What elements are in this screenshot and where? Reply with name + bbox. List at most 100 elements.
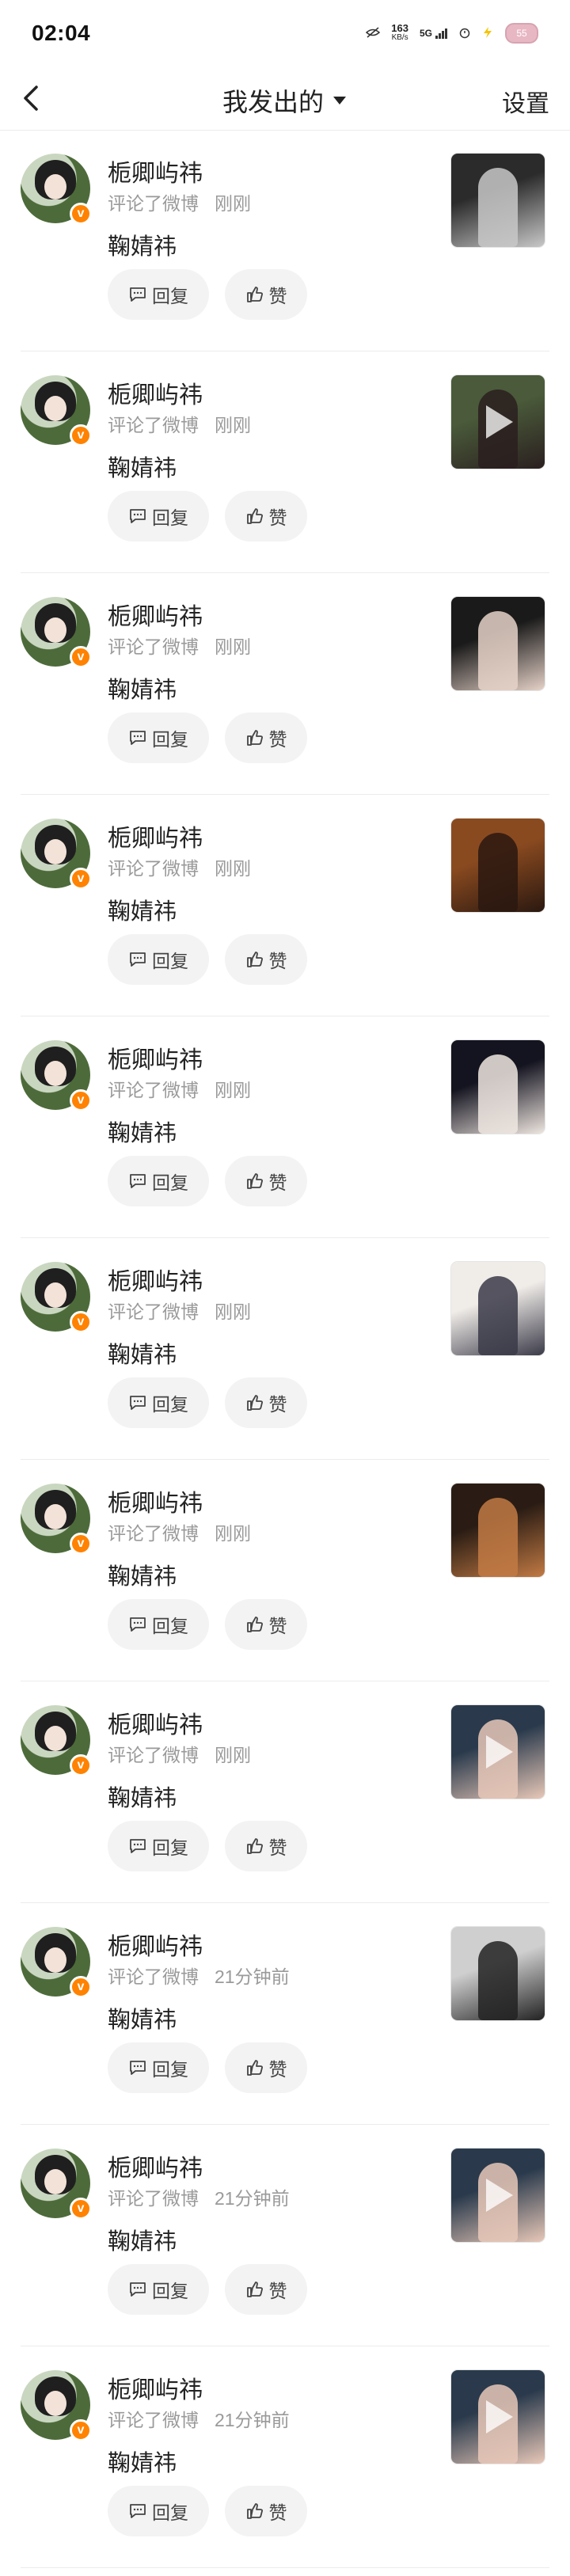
thumbnail-figure (478, 1054, 518, 1134)
comment-meta: 评论了微博 刚刚 (108, 1297, 251, 1324)
reply-button[interactable]: 回复 (108, 491, 209, 541)
username[interactable]: 栀卿屿祎 (108, 1040, 203, 1075)
title-dropdown[interactable]: 我发出的 (0, 82, 570, 119)
username[interactable]: 栀卿屿祎 (108, 597, 203, 632)
comment-meta: 评论了微博 21分钟前 (108, 2183, 290, 2210)
like-button[interactable]: 赞 (225, 712, 307, 763)
post-thumbnail[interactable] (451, 819, 545, 912)
like-label: 赞 (268, 951, 287, 971)
thumbs-up-icon (246, 952, 263, 967)
timestamp: 21分钟前 (215, 2188, 290, 2209)
avatar-face (44, 1282, 66, 1308)
timestamp: 刚刚 (215, 858, 251, 879)
comment-text: 鞠婧祎 (108, 2229, 177, 2255)
like-button[interactable]: 赞 (225, 1821, 307, 1871)
action-text: 评论了微博 (108, 1966, 199, 1987)
feed-item[interactable]: v 栀卿屿祎 评论了微博 21分钟前 鞠婧祎 回复 赞 (0, 2346, 570, 2568)
feed-item[interactable]: v 栀卿屿祎 评论了微博 21分钟前 鞠婧祎 回复 赞 (0, 2125, 570, 2346)
feed-item[interactable]: v 栀卿屿祎 评论了微博 刚刚 鞠婧祎 回复 赞 (0, 1016, 570, 1238)
avatar[interactable]: v (21, 1262, 92, 1333)
thumbs-up-icon (246, 287, 263, 302)
avatar[interactable]: v (21, 2370, 92, 2441)
reply-button[interactable]: 回复 (108, 269, 209, 320)
reply-label: 回复 (152, 2281, 188, 2301)
username[interactable]: 栀卿屿祎 (108, 1262, 203, 1297)
like-button[interactable]: 赞 (225, 1599, 307, 1650)
avatar[interactable]: v (21, 1484, 92, 1555)
comment-bubble-icon (130, 731, 146, 745)
feed-item[interactable]: v 栀卿屿祎 评论了微博 刚刚 鞠婧祎 回复 赞 (0, 1460, 570, 1681)
like-button[interactable]: 赞 (225, 2486, 307, 2536)
avatar[interactable]: v (21, 1705, 92, 1776)
avatar-face (44, 396, 66, 421)
feed-item[interactable]: v 栀卿屿祎 评论了微博 21分钟前 鞠婧祎 回复 赞 (0, 1903, 570, 2125)
reply-button[interactable]: 回复 (108, 1821, 209, 1871)
reply-button[interactable]: 回复 (108, 712, 209, 763)
feed-item[interactable]: v 栀卿屿祎 评论了微博 刚刚 鞠婧祎 回复 赞 (0, 130, 570, 351)
post-thumbnail[interactable] (451, 1262, 545, 1355)
username[interactable]: 栀卿屿祎 (108, 154, 203, 188)
like-button[interactable]: 赞 (225, 2042, 307, 2093)
post-thumbnail[interactable] (451, 1484, 545, 1577)
thumbs-up-icon (246, 2282, 263, 2297)
like-button[interactable]: 赞 (225, 491, 307, 541)
reply-button[interactable]: 回复 (108, 1377, 209, 1428)
post-thumbnail[interactable] (451, 154, 545, 247)
verified-badge-icon: v (70, 2198, 92, 2220)
like-button[interactable]: 赞 (225, 2264, 307, 2315)
avatar-face (44, 1947, 66, 1973)
verified-badge-icon: v (70, 424, 92, 446)
reply-button[interactable]: 回复 (108, 2264, 209, 2315)
like-button[interactable]: 赞 (225, 934, 307, 985)
avatar[interactable]: v (21, 819, 92, 890)
post-thumbnail[interactable] (451, 2370, 545, 2464)
username[interactable]: 栀卿屿祎 (108, 375, 203, 410)
post-thumbnail[interactable] (451, 1927, 545, 2020)
post-thumbnail[interactable] (451, 375, 545, 469)
avatar[interactable]: v (21, 1927, 92, 1998)
post-thumbnail[interactable] (451, 1040, 545, 1134)
feed-item[interactable]: v 栀卿屿祎 评论了微博 刚刚 鞠婧祎 回复 赞 (0, 351, 570, 573)
post-thumbnail[interactable] (451, 597, 545, 690)
nav-bar: 我发出的 设置 (0, 66, 570, 131)
reply-button[interactable]: 回复 (108, 1156, 209, 1206)
thumbnail-figure (478, 1276, 518, 1355)
settings-button[interactable]: 设置 (502, 84, 549, 119)
avatar-face (44, 1726, 66, 1751)
feed-item[interactable]: v 栀卿屿祎 评论了微博 刚刚 鞠婧祎 回复 赞 (0, 795, 570, 1016)
reply-button[interactable]: 回复 (108, 2486, 209, 2536)
thumbnail-figure (478, 1498, 518, 1577)
avatar[interactable]: v (21, 154, 92, 225)
username[interactable]: 栀卿屿祎 (108, 1484, 203, 1518)
like-label: 赞 (268, 2059, 287, 2080)
feed-item[interactable]: v 栀卿屿祎 评论了微博 刚刚 鞠婧祎 回复 赞 (0, 1681, 570, 1903)
post-thumbnail[interactable] (451, 1705, 545, 1799)
reply-button[interactable]: 回复 (108, 2042, 209, 2093)
like-button[interactable]: 赞 (225, 1156, 307, 1206)
post-thumbnail[interactable] (451, 2149, 545, 2242)
reply-button[interactable]: 回复 (108, 934, 209, 985)
username[interactable]: 栀卿屿祎 (108, 2370, 203, 2405)
username[interactable]: 栀卿屿祎 (108, 2149, 203, 2183)
feed-item[interactable]: v 栀卿屿祎 评论了微博 刚刚 鞠婧祎 回复 赞 (0, 573, 570, 795)
avatar[interactable]: v (21, 2149, 92, 2220)
avatar[interactable]: v (21, 597, 92, 668)
username[interactable]: 栀卿屿祎 (108, 1705, 203, 1740)
username[interactable]: 栀卿屿祎 (108, 1927, 203, 1962)
like-button[interactable]: 赞 (225, 1377, 307, 1428)
comment-text: 鞠婧祎 (108, 2451, 177, 2476)
thumbnail-figure (478, 833, 518, 912)
thumbs-up-icon (246, 1173, 263, 1189)
like-button[interactable]: 赞 (225, 269, 307, 320)
comment-meta: 评论了微博 21分钟前 (108, 1962, 290, 1989)
avatar[interactable]: v (21, 1040, 92, 1111)
thumbs-up-icon (246, 2503, 263, 2519)
feed-item[interactable]: v 栀卿屿祎 评论了微博 刚刚 鞠婧祎 回复 赞 (0, 1238, 570, 1460)
divider (21, 2567, 549, 2568)
action-text: 评论了微博 (108, 2188, 199, 2209)
like-label: 赞 (268, 286, 287, 306)
username[interactable]: 栀卿屿祎 (108, 819, 203, 853)
action-text: 评论了微博 (108, 2410, 199, 2430)
avatar[interactable]: v (21, 375, 92, 446)
reply-button[interactable]: 回复 (108, 1599, 209, 1650)
